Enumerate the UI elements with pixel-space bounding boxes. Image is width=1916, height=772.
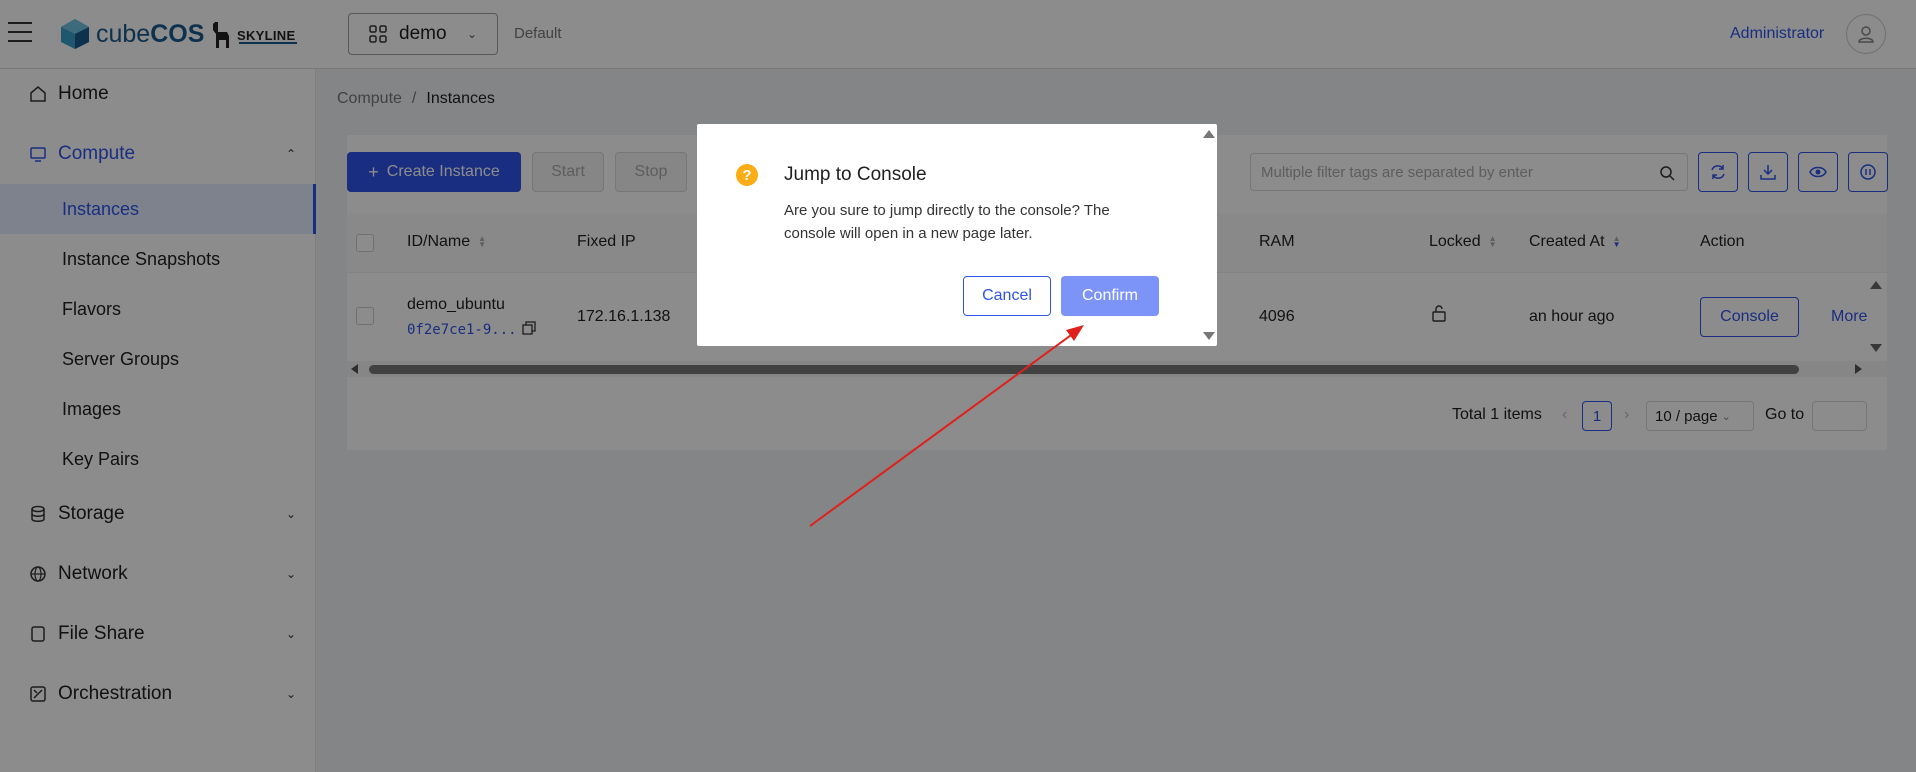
dialog-title: Jump to Console: [784, 164, 927, 185]
dialog-message: Are you sure to jump directly to the con…: [784, 202, 1110, 242]
dialog-scroll-up-icon[interactable]: [1203, 130, 1215, 138]
dialog-scroll-down-icon[interactable]: [1203, 332, 1215, 340]
question-icon: ?: [736, 164, 758, 186]
cancel-button[interactable]: Cancel: [963, 276, 1051, 316]
jump-to-console-dialog: ? Jump to Console Are you sure to jump d…: [697, 124, 1217, 346]
modal-overlay[interactable]: [0, 0, 1916, 772]
confirm-button[interactable]: Confirm: [1061, 276, 1159, 316]
